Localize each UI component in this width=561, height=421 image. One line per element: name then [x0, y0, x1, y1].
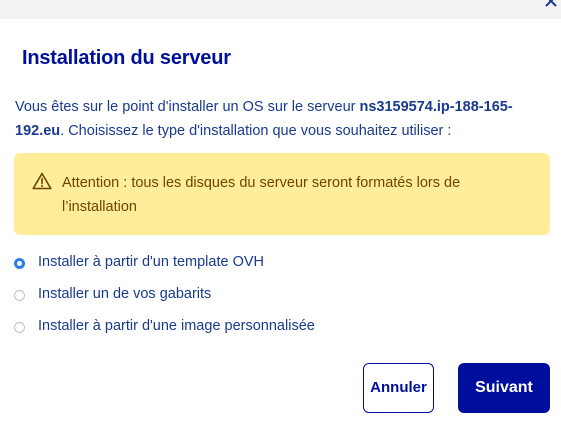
- close-icon[interactable]: [544, 0, 558, 8]
- option-label: Installer un de vos gabarits: [38, 286, 212, 302]
- warning-triangle-icon: [32, 172, 52, 190]
- intro-text: Vous êtes sur le point d'installer un OS…: [15, 95, 545, 143]
- top-bar: [0, 0, 561, 19]
- radio-custom-templates[interactable]: [14, 290, 25, 301]
- install-server-modal: Installation du serveur Vous êtes sur le…: [0, 19, 561, 421]
- modal-title: Installation du serveur: [22, 47, 231, 69]
- option-label: Installer à partir d'une image personnal…: [38, 318, 315, 334]
- option-custom-templates[interactable]: Installer un de vos gabarits: [14, 285, 414, 307]
- warning-text: Attention : tous les disques du serveur …: [62, 175, 461, 215]
- intro-suffix: . Choisissez le type d'installation que …: [60, 123, 452, 139]
- intro-prefix: Vous êtes sur le point d'installer un OS…: [15, 99, 360, 115]
- warning-banner: Attention : tous les disques du serveur …: [14, 153, 550, 235]
- radio-custom-image[interactable]: [14, 322, 25, 333]
- option-label: Installer à partir d'un template OVH: [38, 254, 265, 270]
- next-button[interactable]: Suivant: [458, 363, 550, 413]
- cancel-button[interactable]: Annuler: [363, 363, 434, 413]
- radio-ovh-template[interactable]: [14, 258, 25, 269]
- option-custom-image[interactable]: Installer à partir d'une image personnal…: [14, 317, 414, 339]
- option-ovh-template[interactable]: Installer à partir d'un template OVH: [14, 253, 414, 275]
